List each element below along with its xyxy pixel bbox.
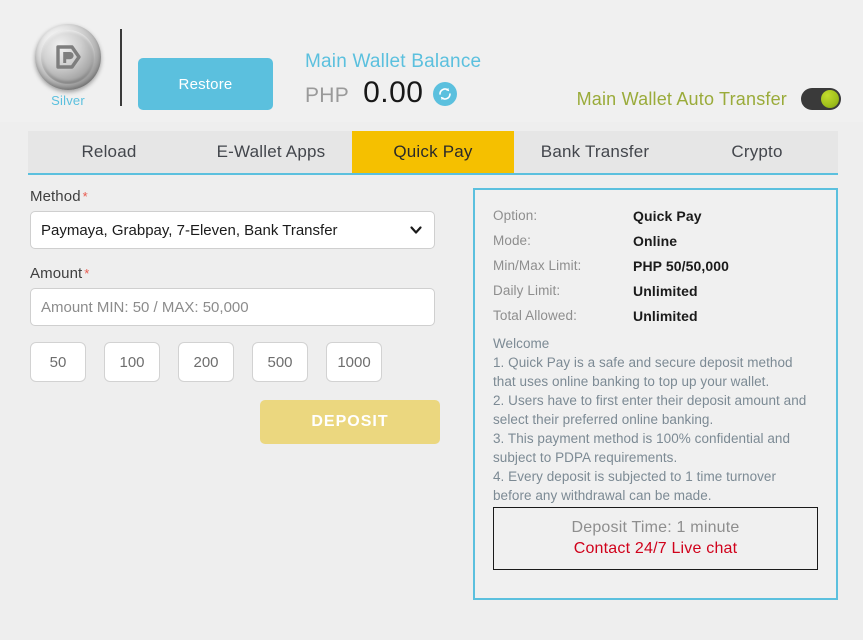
quick-amount-1000[interactable]: 1000 bbox=[326, 342, 382, 382]
info-row-option: Option: Quick Pay bbox=[493, 208, 818, 224]
brand-logo: Silver bbox=[28, 24, 108, 108]
info-key: Daily Limit: bbox=[493, 283, 561, 298]
tab-crypto[interactable]: Crypto bbox=[676, 131, 838, 173]
method-label-text: Method bbox=[30, 188, 81, 205]
info-row-total-allowed: Total Allowed: Unlimited bbox=[493, 308, 818, 324]
restore-button[interactable]: Restore bbox=[138, 58, 273, 110]
info-row-daily-limit: Daily Limit: Unlimited bbox=[493, 283, 818, 299]
info-key: Mode: bbox=[493, 233, 532, 248]
tab-bank-transfer[interactable]: Bank Transfer bbox=[514, 131, 676, 173]
tab-reload[interactable]: Reload bbox=[28, 131, 190, 173]
info-row-minmax-limit: Min/Max Limit: PHP 50/50,000 bbox=[493, 258, 818, 274]
refresh-icon[interactable] bbox=[433, 82, 458, 106]
info-value: Online bbox=[633, 233, 678, 249]
balance-title: Main Wallet Balance bbox=[305, 51, 482, 72]
tier-label: Silver bbox=[51, 93, 85, 108]
page-header: Silver Restore Main Wallet Balance PHP 0… bbox=[0, 0, 863, 122]
deposit-method-tabs: Reload E-Wallet Apps Quick Pay Bank Tran… bbox=[28, 131, 838, 175]
info-table: Option: Quick Pay Mode: Online Min/Max L… bbox=[493, 208, 818, 324]
info-key: Total Allowed: bbox=[493, 308, 577, 323]
method-select-wrapper[interactable]: Paymaya, Grabpay, 7-Eleven, Bank Transfe… bbox=[30, 211, 435, 249]
info-value: PHP 50/50,000 bbox=[633, 258, 730, 274]
toggle-knob bbox=[821, 90, 839, 108]
quick-amount-100[interactable]: 100 bbox=[104, 342, 160, 382]
auto-transfer-control[interactable]: Main Wallet Auto Transfer bbox=[577, 88, 841, 110]
method-select[interactable]: Paymaya, Grabpay, 7-Eleven, Bank Transfe… bbox=[30, 211, 435, 249]
method-required-mark: * bbox=[82, 189, 88, 204]
balance-currency: PHP bbox=[305, 84, 350, 107]
wallet-balance: Main Wallet Balance PHP 0.00 bbox=[305, 50, 481, 110]
quick-amount-500[interactable]: 500 bbox=[252, 342, 308, 382]
method-label: Method * bbox=[30, 188, 440, 205]
quick-amount-group: 50 100 200 500 1000 bbox=[30, 342, 440, 382]
deposit-form: Method * Paymaya, Grabpay, 7-Eleven, Bank… bbox=[30, 188, 440, 444]
amount-label-text: Amount bbox=[30, 265, 83, 282]
auto-transfer-label: Main Wallet Auto Transfer bbox=[576, 88, 787, 109]
quick-amount-50[interactable]: 50 bbox=[30, 342, 86, 382]
info-value: Unlimited bbox=[633, 283, 698, 299]
quick-amount-200[interactable]: 200 bbox=[178, 342, 234, 382]
tab-quick-pay[interactable]: Quick Pay bbox=[352, 131, 514, 173]
info-value: Quick Pay bbox=[633, 208, 702, 224]
auto-transfer-toggle[interactable] bbox=[801, 88, 841, 110]
deposit-action-row: DEPOSIT bbox=[30, 400, 440, 444]
info-row-mode: Mode: Online bbox=[493, 233, 818, 249]
amount-label: Amount * bbox=[30, 265, 440, 282]
balance-amount: 0.00 bbox=[363, 76, 424, 109]
header-divider bbox=[120, 29, 122, 106]
deposit-button[interactable]: DEPOSIT bbox=[260, 400, 440, 444]
deposit-time-text: Deposit Time: 1 minute bbox=[571, 519, 740, 536]
silver-coin-logo-icon bbox=[35, 24, 101, 90]
deposit-time-note: Deposit Time: 1 minute Contact 24/7 Live… bbox=[493, 507, 818, 570]
info-key: Min/Max Limit: bbox=[493, 258, 582, 273]
amount-input[interactable] bbox=[30, 288, 435, 326]
info-key: Option: bbox=[493, 208, 538, 223]
info-value: Unlimited bbox=[633, 308, 698, 324]
amount-required-mark: * bbox=[84, 266, 90, 281]
tab-ewallet-apps[interactable]: E-Wallet Apps bbox=[190, 131, 352, 173]
welcome-instructions: Welcome 1. Quick Pay is a safe and secur… bbox=[493, 336, 807, 503]
live-chat-link[interactable]: Contact 24/7 Live chat bbox=[494, 538, 817, 559]
method-info-panel: Option: Quick Pay Mode: Online Min/Max L… bbox=[473, 188, 838, 600]
